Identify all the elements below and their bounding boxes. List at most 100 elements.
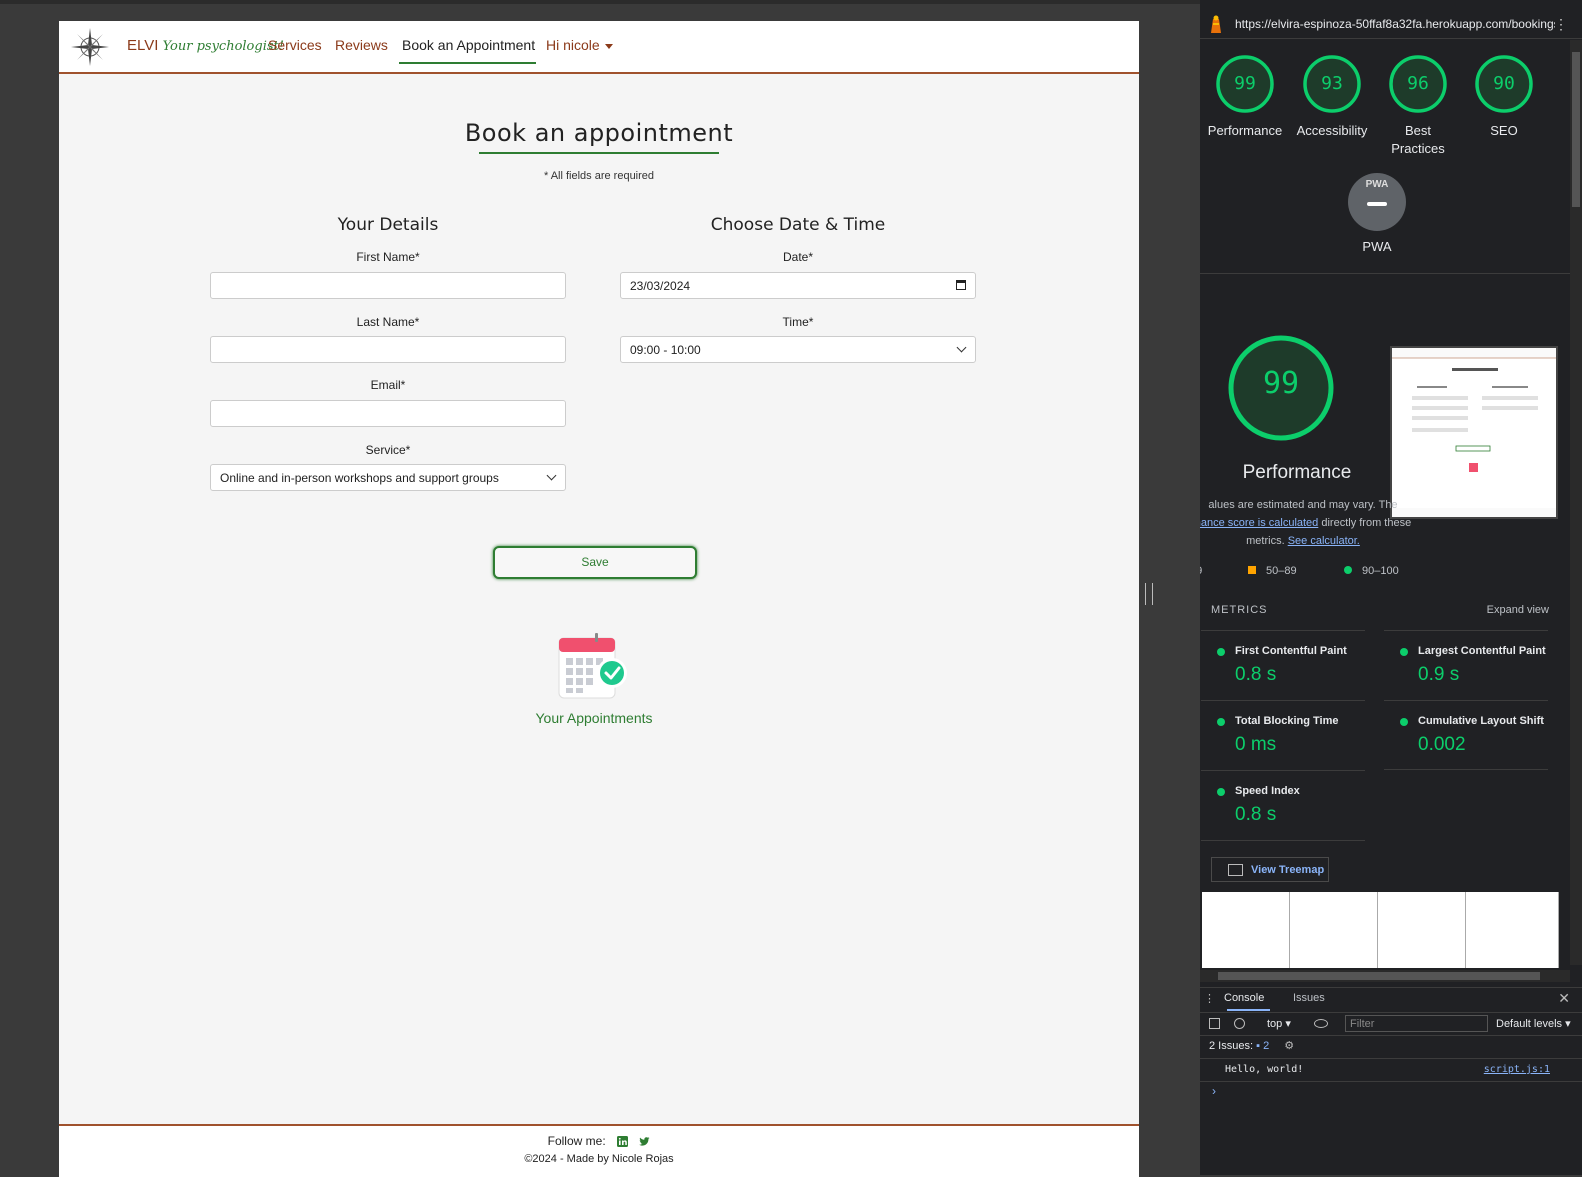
page-title: Book an appointment	[464, 119, 734, 147]
pwa-badge-text: PWA	[1365, 179, 1389, 190]
service-label: Service*	[365, 443, 411, 457]
website-page: ELVI Your psychologist! Services Reviews…	[59, 21, 1139, 1177]
console-drawer: ⋮ Console Issues ✕ top ▾ Filter Default …	[1200, 987, 1582, 1175]
nav-link-services[interactable]: Services	[268, 37, 322, 53]
vertical-scroll-thumb[interactable]	[1572, 52, 1580, 207]
see-calculator-link[interactable]: See calculator.	[1288, 535, 1360, 547]
metric-name: Speed Index	[1235, 785, 1300, 797]
service-select-value: Online and in-person workshops and suppo…	[220, 471, 499, 485]
context-label: top	[1267, 1018, 1283, 1030]
service-select[interactable]: Online and in-person workshops and suppo…	[210, 464, 566, 491]
user-menu-dropdown[interactable]: Hi nicole	[546, 37, 613, 53]
metric-value: 0.8 s	[1235, 664, 1277, 685]
legend-fail: 49	[1200, 565, 1202, 577]
issues-count: 2	[1263, 1040, 1270, 1052]
log-message: Hello, world!	[1225, 1064, 1304, 1075]
issues-summary[interactable]: 2 Issues: ▪ 2 ⚙	[1209, 1039, 1294, 1052]
log-levels-label: Default levels	[1496, 1018, 1563, 1030]
eye-icon[interactable]	[1314, 1019, 1328, 1028]
metric-value: 0 ms	[1235, 734, 1277, 755]
green-dot-icon	[1344, 566, 1352, 574]
legend-average-label: 50–89	[1266, 565, 1297, 577]
metric-speed-index: Speed Index 0.8 s	[1201, 770, 1365, 841]
green-dot-icon	[1217, 648, 1225, 656]
pwa-label: PWA	[1362, 239, 1392, 254]
accessibility-score: 93	[1321, 73, 1343, 94]
green-dot-icon	[1400, 648, 1408, 656]
metric-tbt: Total Blocking Time 0 ms	[1201, 700, 1365, 771]
chevron-down-icon	[956, 342, 967, 353]
tab-issues[interactable]: Issues	[1293, 992, 1325, 1004]
filmstrip-frame	[1290, 892, 1378, 968]
metric-name: Total Blocking Time	[1235, 715, 1339, 727]
email-label: Email*	[370, 378, 406, 392]
final-screenshot-thumbnail[interactable]	[1390, 346, 1558, 519]
date-input[interactable]: 23/03/2024	[620, 272, 976, 299]
follow-row: Follow me:	[59, 1134, 1139, 1148]
your-appointments-link[interactable]: Your Appointments	[59, 710, 1129, 726]
expand-view-toggle[interactable]: Expand view	[1487, 604, 1549, 616]
issues-label: 2 Issues:	[1209, 1040, 1254, 1052]
panel-resize-handle[interactable]	[1145, 583, 1153, 605]
metric-cls: Cumulative Layout Shift 0.002	[1384, 700, 1548, 771]
brand-tagline: Your psychologist!	[162, 39, 284, 54]
console-filter-input[interactable]: Filter	[1345, 1015, 1488, 1032]
desc-text-2: directly from these	[1318, 517, 1412, 529]
clear-console-icon[interactable]	[1234, 1018, 1245, 1029]
save-button[interactable]: Save	[493, 546, 697, 579]
required-note: * All fields are required	[543, 170, 655, 182]
close-icon[interactable]: ✕	[1558, 990, 1570, 1007]
score-description: alues are estimated and may vary. The na…	[1200, 496, 1418, 550]
your-details-heading: Your Details	[337, 215, 439, 235]
view-treemap-button[interactable]: View Treemap	[1211, 857, 1329, 882]
calendar-picker-icon[interactable]	[956, 280, 966, 290]
caret-down-icon	[604, 43, 613, 49]
drawer-menu-icon[interactable]: ⋮	[1204, 992, 1215, 1005]
tab-console[interactable]: Console	[1224, 992, 1264, 1004]
horizontal-scroll-thumb[interactable]	[1218, 972, 1540, 980]
metric-lcp: Largest Contentful Paint 0.9 s	[1384, 630, 1548, 701]
audited-url[interactable]: https://elvira-espinoza-50ffaf8a32fa.her…	[1235, 17, 1555, 31]
metric-fcp: First Contentful Paint 0.8 s	[1201, 630, 1365, 701]
nav-link-book-appointment[interactable]: Book an Appointment	[402, 37, 535, 53]
linkedin-icon[interactable]	[617, 1136, 628, 1148]
time-select-value: 09:00 - 10:00	[630, 343, 701, 357]
time-select[interactable]: 09:00 - 10:00	[620, 336, 976, 363]
console-prompt[interactable]: ›	[1212, 1084, 1216, 1098]
log-source-link[interactable]: script.js:1	[1484, 1064, 1550, 1075]
context-selector[interactable]: top ▾	[1267, 1017, 1291, 1030]
calendar-check-icon[interactable]	[558, 633, 634, 703]
desc-text-3: metrics.	[1246, 535, 1288, 547]
time-label: Time*	[782, 315, 814, 329]
filmstrip-frame	[1378, 892, 1466, 968]
browser-top-strip	[0, 0, 1200, 4]
date-input-value: 23/03/2024	[630, 279, 691, 293]
last-name-field[interactable]	[210, 336, 566, 363]
last-name-label: Last Name*	[356, 315, 420, 329]
email-field[interactable]	[210, 400, 566, 427]
console-log-row: Hello, world! script.js:1	[1200, 1058, 1582, 1082]
score-calculated-link[interactable]: nance score is calculated	[1200, 517, 1318, 529]
brand-name: ELVI	[127, 37, 159, 54]
first-name-field[interactable]	[210, 272, 566, 299]
footer: Follow me: ©2024 - Made by Nicole Rojas	[59, 1124, 1139, 1177]
metric-name: Cumulative Layout Shift	[1418, 715, 1544, 727]
thumbnail-preview-icon	[1392, 348, 1556, 517]
brand[interactable]: ELVI Your psychologist!	[127, 37, 284, 54]
legend-pass: 90–100	[1344, 565, 1399, 577]
performance-big-title: Performance	[1242, 462, 1352, 483]
divider	[1200, 273, 1570, 274]
user-menu-label: Hi nicole	[546, 37, 600, 53]
best-practices-score: 96	[1407, 73, 1429, 94]
chevron-down-icon	[546, 470, 557, 481]
copyright: ©2024 - Made by Nicole Rojas	[524, 1153, 674, 1165]
compass-logo-icon[interactable]	[69, 26, 111, 68]
sidebar-toggle-icon[interactable]	[1209, 1018, 1220, 1029]
twitter-icon[interactable]	[639, 1136, 650, 1147]
log-levels-dropdown[interactable]: Default levels ▾	[1496, 1017, 1571, 1030]
more-options-icon[interactable]: ⋮	[1554, 16, 1568, 33]
settings-gear-icon[interactable]: ⚙	[1284, 1040, 1294, 1052]
orange-square-icon	[1248, 566, 1256, 574]
nav-link-reviews[interactable]: Reviews	[335, 37, 388, 53]
best-practices-label: Best Practices	[1391, 123, 1445, 156]
